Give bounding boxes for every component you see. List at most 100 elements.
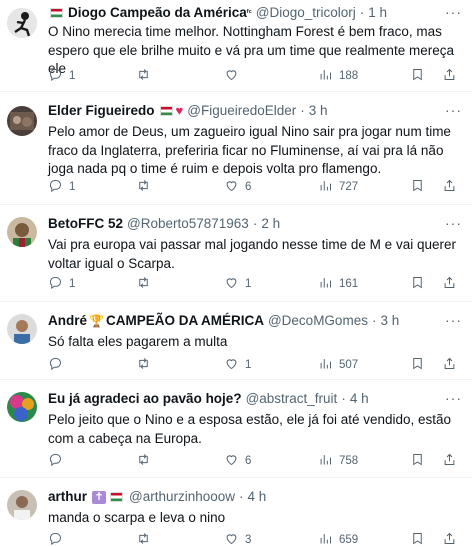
more-icon[interactable]: ··· xyxy=(445,4,462,20)
reply-button[interactable] xyxy=(48,452,69,470)
tweet-time[interactable]: 4 h xyxy=(350,390,369,408)
like-icon xyxy=(224,531,239,547)
bookmark-icon xyxy=(410,178,425,196)
like-button[interactable]: 6 xyxy=(224,452,251,470)
heart-icon: ♥ xyxy=(175,103,184,118)
tweet-6[interactable]: arthur ✝ @arthurzinhooow · 4 h manda o s… xyxy=(0,478,472,547)
retweet-button[interactable] xyxy=(136,452,157,470)
reply-count: 1 xyxy=(69,70,76,82)
tweet-4[interactable]: André 🏆 CAMPEÃO DA AMÉRICA @DecoMGomes ·… xyxy=(0,302,472,380)
views-button[interactable]: 727 xyxy=(318,178,358,196)
bookmark-icon xyxy=(410,452,425,470)
views-button[interactable]: 659 xyxy=(318,531,358,547)
author-name[interactable]: Diogo Campeão da América xyxy=(68,4,247,22)
avatar[interactable] xyxy=(7,490,37,520)
name-suffix: ᶠᶜ xyxy=(246,8,252,17)
share-button[interactable] xyxy=(442,531,457,547)
views-button[interactable]: 188 xyxy=(318,67,358,85)
like-count: 6 xyxy=(245,455,252,467)
share-icon xyxy=(442,67,457,85)
author-name[interactable]: Elder Figueiredo xyxy=(48,102,155,120)
share-button[interactable] xyxy=(442,67,457,85)
retweet-icon xyxy=(136,452,151,470)
avatar[interactable] xyxy=(7,314,37,344)
author-name-prefix[interactable]: André xyxy=(48,312,87,330)
tweet-5[interactable]: Eu já agradeci ao pavão hoje? @abstract_… xyxy=(0,380,472,478)
reply-button[interactable]: 1 xyxy=(48,178,75,196)
bookmark-button[interactable] xyxy=(410,67,425,85)
separator: · xyxy=(359,5,365,20)
share-icon xyxy=(442,531,457,547)
share-button[interactable] xyxy=(442,178,457,196)
author-handle[interactable]: @FigueiredoElder xyxy=(187,102,296,120)
author-name[interactable]: arthur xyxy=(48,488,87,506)
share-button[interactable] xyxy=(442,356,457,374)
views-button[interactable]: 758 xyxy=(318,452,358,470)
more-icon[interactable]: ··· xyxy=(445,312,462,328)
views-button[interactable]: 507 xyxy=(318,356,358,374)
retweet-button[interactable] xyxy=(136,178,157,196)
like-button[interactable]: 1 xyxy=(224,356,251,374)
reply-icon xyxy=(48,275,63,293)
tweet-time[interactable]: 2 h xyxy=(261,215,280,233)
share-button[interactable] xyxy=(442,275,457,293)
more-icon[interactable]: ··· xyxy=(445,390,462,406)
tweet-time[interactable]: 4 h xyxy=(248,488,267,506)
tweet-time[interactable]: 3 h xyxy=(309,102,328,120)
author-handle[interactable]: @arthurzinhooow xyxy=(129,488,235,506)
avatar[interactable] xyxy=(7,8,37,38)
reply-button[interactable]: 1 xyxy=(48,275,75,293)
like-icon xyxy=(224,452,239,470)
tweet-time[interactable]: 3 h xyxy=(380,312,399,330)
retweet-button[interactable] xyxy=(136,67,157,85)
reply-button[interactable]: 1 xyxy=(48,67,75,85)
like-icon xyxy=(224,275,239,293)
author-handle[interactable]: @DecoMGomes xyxy=(268,312,368,330)
retweet-button[interactable] xyxy=(136,275,157,293)
author-handle[interactable]: @Roberto57871963 xyxy=(127,215,249,233)
flag-icon xyxy=(159,106,173,116)
like-count: 6 xyxy=(245,181,252,193)
tweet-time[interactable]: 1 h xyxy=(368,4,387,22)
share-button[interactable] xyxy=(442,452,457,470)
like-button[interactable]: 1 xyxy=(224,275,251,293)
avatar[interactable] xyxy=(7,106,37,136)
avatar[interactable] xyxy=(7,392,37,422)
tweet-text: Só falta eles pagarem a multa xyxy=(48,334,228,349)
bookmark-icon xyxy=(410,531,425,547)
tweet-2[interactable]: Elder Figueiredo ♥ @FigueiredoElder · 3 … xyxy=(0,92,472,205)
bookmark-button[interactable] xyxy=(410,178,425,196)
more-icon[interactable]: ··· xyxy=(445,102,462,118)
separator: · xyxy=(300,103,305,118)
bookmark-button[interactable] xyxy=(410,356,425,374)
reply-button[interactable] xyxy=(48,356,69,374)
retweet-icon xyxy=(136,178,151,196)
tweet-3[interactable]: BetoFFC 52 @Roberto57871963 · 2 h ··· Va… xyxy=(0,205,472,302)
retweet-icon xyxy=(136,67,151,85)
bookmark-icon xyxy=(410,275,425,293)
tweet-1[interactable]: Diogo Campeão da América ᶠᶜ @Diogo_tricol… xyxy=(0,0,472,92)
reply-icon xyxy=(48,356,63,374)
separator: · xyxy=(371,313,377,328)
reply-button[interactable] xyxy=(48,531,69,547)
like-button[interactable]: 6 xyxy=(224,178,251,196)
retweet-button[interactable] xyxy=(136,356,157,374)
bookmark-button[interactable] xyxy=(410,275,425,293)
retweet-button[interactable] xyxy=(136,531,157,547)
avatar[interactable] xyxy=(7,217,37,247)
like-button[interactable] xyxy=(224,67,245,85)
separator: · xyxy=(252,216,258,231)
author-name[interactable]: Eu já agradeci ao pavão hoje? xyxy=(48,390,242,408)
views-button[interactable]: 161 xyxy=(318,275,358,293)
bookmark-button[interactable] xyxy=(410,531,425,547)
reply-icon xyxy=(48,178,63,196)
views-icon xyxy=(318,452,333,470)
like-button[interactable]: 3 xyxy=(224,531,251,547)
author-name[interactable]: BetoFFC 52 xyxy=(48,215,123,233)
views-icon xyxy=(318,275,333,293)
bookmark-button[interactable] xyxy=(410,452,425,470)
author-name[interactable]: CAMPEÃO DA AMÉRICA xyxy=(106,312,264,330)
more-icon[interactable]: ··· xyxy=(445,215,462,231)
author-handle[interactable]: @abstract_fruit xyxy=(246,390,338,408)
author-handle[interactable]: @Diogo_tricolorj xyxy=(256,4,356,22)
